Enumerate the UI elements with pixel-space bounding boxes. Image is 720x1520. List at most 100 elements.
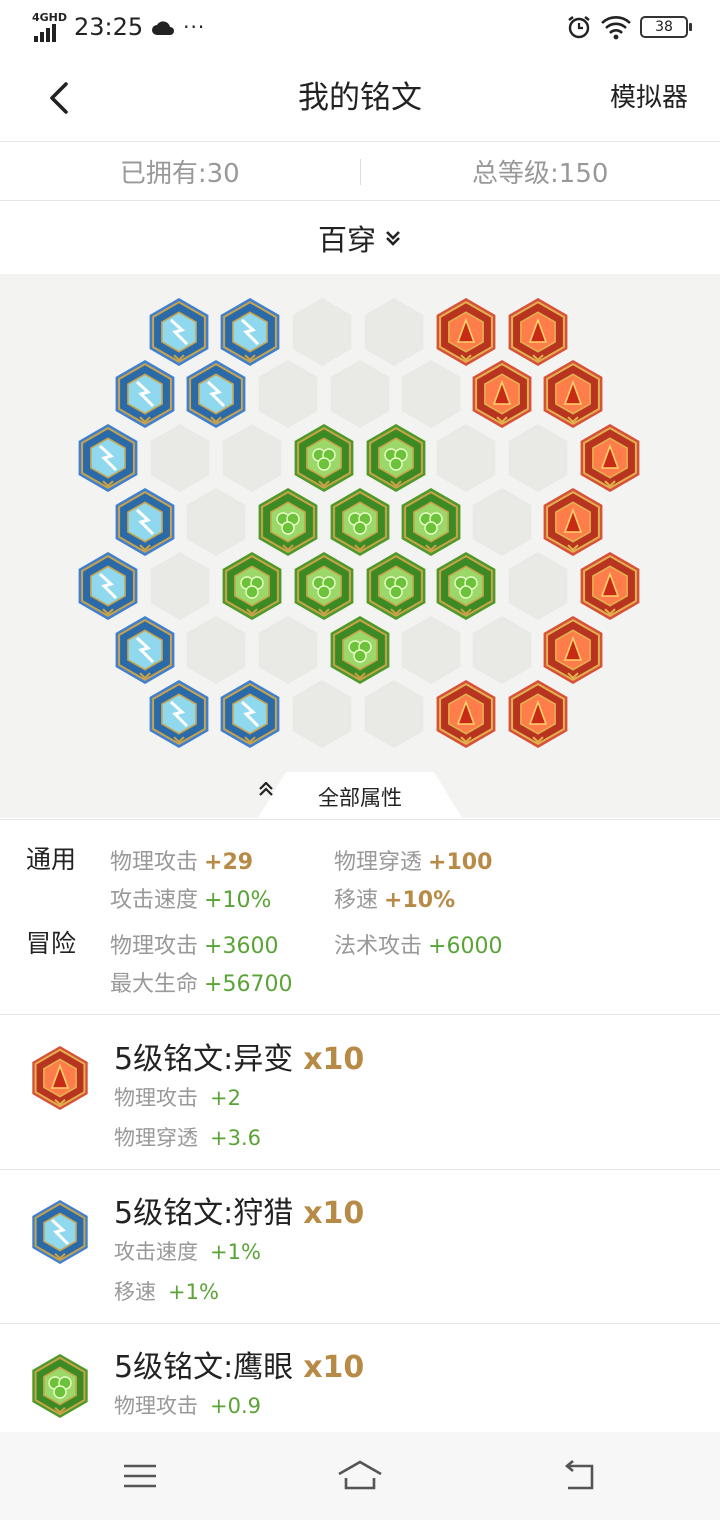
attr-value: +29 [204, 850, 254, 875]
empty-slot[interactable] [364, 680, 424, 748]
home-icon[interactable] [336, 1458, 384, 1494]
empty-slot[interactable] [292, 298, 352, 366]
red-inscription-slot[interactable] [472, 360, 532, 428]
inscription-board: 全部属性 [0, 274, 720, 818]
wifi-icon [601, 16, 631, 40]
empty-slot[interactable] [508, 552, 568, 620]
stat-name: 物理攻击 [114, 1394, 198, 1418]
green-inscription-slot[interactable] [294, 424, 354, 492]
double-chevron-down-icon[interactable] [384, 229, 402, 247]
stat-name: 移速 [114, 1280, 156, 1304]
green-inscription-slot[interactable] [330, 488, 390, 556]
green-inscription-slot[interactable] [330, 616, 390, 684]
blue-inscription-slot[interactable] [220, 680, 280, 748]
green-inscription-slot[interactable] [222, 552, 282, 620]
attr-value: +56700 [204, 972, 293, 997]
green-inscription-slot[interactable] [366, 552, 426, 620]
blue-inscription-slot[interactable] [186, 360, 246, 428]
attr-name: 攻击速度 [110, 888, 199, 913]
inscription-list: 5级铭文:异变 x10 物理攻击 +2 物理穿透 +3.6 5级铭文:狩猎 x10 攻击… [0, 1016, 720, 1432]
inscription-name: 5级铭文:狩猎 [114, 1196, 294, 1231]
attr-value: +10% [384, 888, 456, 913]
red-inscription-slot[interactable] [508, 680, 568, 748]
empty-slot[interactable] [401, 360, 461, 428]
attr-adventure-3: 最大生命 +56700 [110, 966, 292, 998]
blue-inscription-slot[interactable] [149, 680, 209, 748]
owned-count: 已拥有:30 [119, 159, 240, 189]
empty-slot[interactable] [186, 616, 246, 684]
empty-slot[interactable] [330, 360, 390, 428]
inscription-stat: 物理攻击 +2 [114, 1082, 241, 1112]
alarm-icon [568, 16, 590, 39]
inscription-stat: 物理穿透 +3.6 [114, 1122, 261, 1152]
empty-slot[interactable] [436, 424, 496, 492]
attr-name: 移速 [334, 888, 379, 913]
green-inscription-slot[interactable] [401, 488, 461, 556]
empty-slot[interactable] [472, 616, 532, 684]
inscription-row[interactable]: 5级铭文:狩猎 x10 攻击速度 +1% 移速 +1% [0, 1170, 720, 1324]
red-inscription-slot[interactable] [543, 616, 603, 684]
red-inscription-slot[interactable] [436, 680, 496, 748]
menu-icon[interactable] [120, 1458, 160, 1494]
red-inscription-slot[interactable] [543, 488, 603, 556]
blue-inscription-slot[interactable] [149, 298, 209, 366]
red-inscription-icon [32, 1046, 88, 1110]
green-inscription-slot[interactable] [436, 552, 496, 620]
empty-slot[interactable] [258, 616, 318, 684]
empty-slot[interactable] [401, 616, 461, 684]
all-attributes-tab[interactable]: 全部属性 [258, 772, 462, 818]
page-name[interactable]: 百穿 [318, 217, 376, 259]
empty-slot[interactable] [364, 298, 424, 366]
empty-slot[interactable] [222, 424, 282, 492]
blue-inscription-slot[interactable] [78, 552, 138, 620]
green-inscription-slot[interactable] [294, 552, 354, 620]
attr-name: 法术攻击 [334, 934, 423, 959]
stat-name: 物理穿透 [114, 1126, 198, 1150]
inscription-title: 5级铭文:狩猎 x10 [114, 1188, 364, 1232]
green-inscription-slot[interactable] [258, 488, 318, 556]
attr-value: +6000 [428, 934, 503, 959]
inscription-stat: 攻击速度 +1% [114, 1236, 261, 1266]
empty-slot[interactable] [258, 360, 318, 428]
attr-general-1: 物理攻击 +29 [110, 844, 253, 876]
all-attributes-text[interactable]: 全部属性 [318, 786, 402, 810]
double-chevron-up-icon[interactable] [258, 782, 274, 796]
inscription-count: x10 [303, 1042, 365, 1077]
green-inscription-slot[interactable] [366, 424, 426, 492]
system-nav-bar [0, 1432, 720, 1520]
blue-inscription-slot[interactable] [115, 360, 175, 428]
red-inscription-slot[interactable] [543, 360, 603, 428]
empty-slot[interactable] [150, 424, 210, 492]
red-inscription-slot[interactable] [580, 424, 640, 492]
empty-slot[interactable] [292, 680, 352, 748]
inscription-title: 5级铭文:异变 x10 [114, 1034, 364, 1078]
blue-inscription-slot[interactable] [78, 424, 138, 492]
empty-slot[interactable] [472, 488, 532, 556]
inscription-row[interactable]: 5级铭文:异变 x10 物理攻击 +2 物理穿透 +3.6 [0, 1016, 720, 1170]
attr-value: +3600 [204, 934, 279, 959]
stat-value: +3.6 [210, 1126, 261, 1150]
all-attributes-label[interactable]: 全部属性 [258, 782, 462, 812]
empty-slot[interactable] [508, 424, 568, 492]
inscription-page-selector[interactable]: 百穿 [0, 202, 720, 274]
blue-inscription-slot[interactable] [115, 488, 175, 556]
blue-inscription-slot[interactable] [115, 616, 175, 684]
empty-slot[interactable] [186, 488, 246, 556]
blue-inscription-slot[interactable] [220, 298, 280, 366]
stat-value: +2 [210, 1086, 241, 1110]
status-left: 4GHD 23:25 ··· [32, 12, 205, 42]
blue-inscription-icon [32, 1200, 88, 1264]
red-inscription-slot[interactable] [580, 552, 640, 620]
empty-slot[interactable] [150, 552, 210, 620]
nav-bar: 我的铭文 模拟器 [0, 56, 720, 142]
attr-adventure-2: 法术攻击 +6000 [334, 928, 502, 960]
red-inscription-slot[interactable] [508, 298, 568, 366]
red-inscription-slot[interactable] [436, 298, 496, 366]
attribute-panel: 通用 物理攻击 +29 物理穿透 +100 攻击速度 +10% 移速 +10% 冒险 物… [0, 819, 720, 1015]
simulator-button[interactable]: 模拟器 [610, 80, 688, 116]
attr-general-2: 物理穿透 +100 [334, 844, 492, 876]
stat-value: +1% [210, 1240, 261, 1264]
signal-icon: 4GHD [32, 12, 67, 42]
inscription-row[interactable]: 5级铭文:鹰眼 x10 物理攻击 +0.9 [0, 1324, 720, 1432]
back-icon[interactable] [560, 1458, 600, 1494]
